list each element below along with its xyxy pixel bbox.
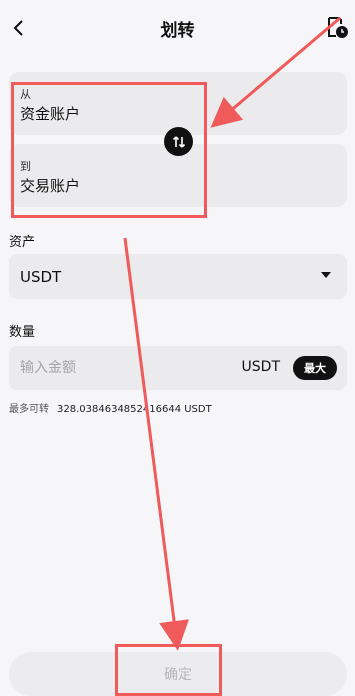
available-label: 最多可转 — [9, 404, 49, 415]
asset-select[interactable]: USDT — [9, 254, 347, 299]
available-balance: 最多可转 328.0384634852416644 USDT — [9, 400, 212, 415]
amount-label: 数量 — [9, 325, 36, 340]
header-bar: 划转 — [0, 0, 355, 56]
max-button[interactable]: 最大 — [293, 356, 337, 380]
page-title: 划转 — [160, 21, 195, 41]
annotation-box-confirm — [115, 644, 222, 696]
amount-field-container: USDT 最大 — [9, 346, 347, 390]
amount-input[interactable] — [20, 357, 220, 379]
annotation-box-accounts — [11, 82, 207, 218]
amount-unit: USDT — [241, 359, 280, 375]
available-value: 328.0384634852416644 USDT — [57, 404, 212, 415]
transfer-history-icon — [328, 17, 348, 38]
caret-down-icon — [321, 272, 331, 278]
asset-selected-value: USDT — [20, 268, 62, 286]
history-button[interactable] — [325, 14, 349, 40]
asset-label: 资产 — [9, 235, 36, 250]
